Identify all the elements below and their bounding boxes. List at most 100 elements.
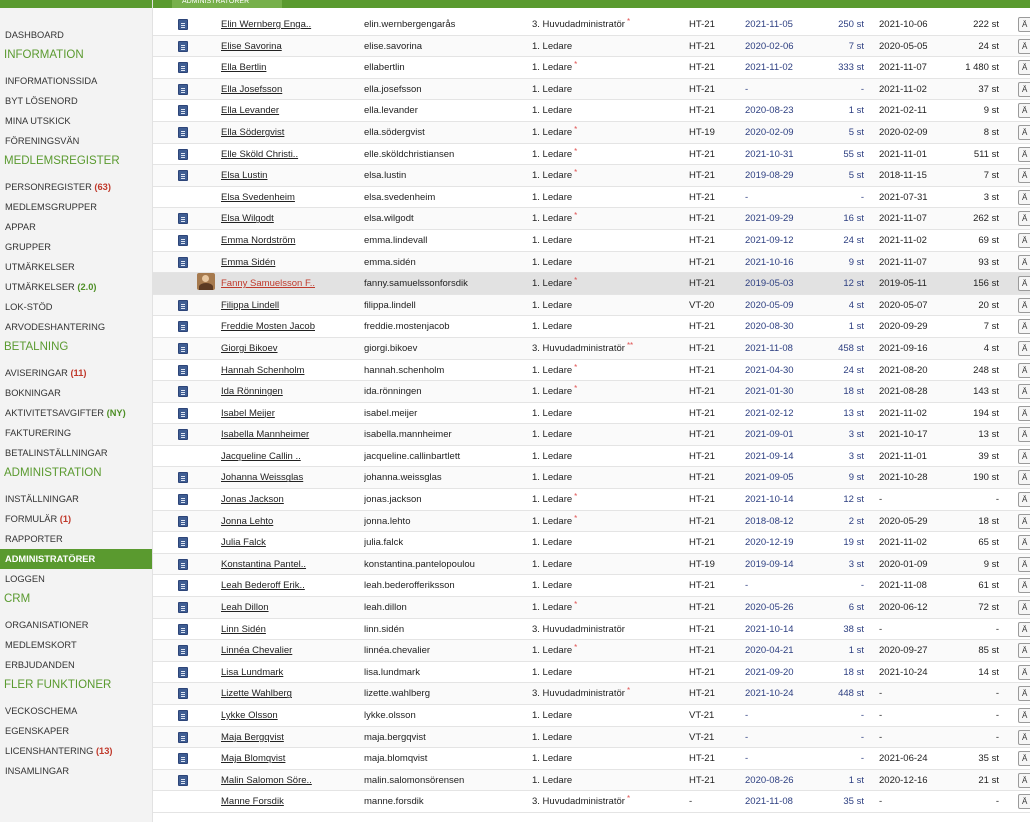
member-name-link[interactable]: Lizette Wahlberg	[221, 683, 349, 704]
row-action-button[interactable]: Ä	[1018, 384, 1030, 400]
member-name-link[interactable]: Jonna Lehto	[221, 511, 349, 532]
sidebar-item-bokningar[interactable]: Bokningar	[0, 383, 152, 403]
sidebar-item-lok-stod[interactable]: LOK-stöd	[0, 297, 152, 317]
row-action-button[interactable]: Ä	[1018, 17, 1030, 32]
member-name-link[interactable]: Konstantina Pantel..	[221, 554, 349, 575]
row-action-button[interactable]: Ä	[1018, 470, 1030, 486]
row-action-button[interactable]: Ä	[1018, 427, 1030, 443]
sidebar-item-aktivitetsavgifter[interactable]: Aktivitetsavgifter (NY)	[0, 403, 152, 423]
member-name-link[interactable]: Ella Bertlin	[221, 57, 349, 78]
sidebar-item-betalinstallningar[interactable]: Betalinställningar	[0, 443, 152, 463]
row-action-button[interactable]: Ä	[1018, 189, 1030, 205]
member-name-link[interactable]: Lykke Olsson	[221, 705, 349, 726]
row-action-button[interactable]: Ä	[1018, 405, 1030, 421]
row-action-button[interactable]: Ä	[1018, 211, 1030, 227]
row-action-button[interactable]: Ä	[1018, 60, 1030, 76]
sidebar-item-mina-utskick[interactable]: Mina utskick	[0, 111, 152, 131]
row-action-button[interactable]: Ä	[1018, 276, 1030, 292]
member-name-link[interactable]: Elin Wernberg Enga..	[221, 14, 349, 35]
member-name-link[interactable]: Filippa Lindell	[221, 295, 349, 316]
sidebar-item-licenshantering[interactable]: Licenshantering (13)	[0, 741, 152, 761]
row-action-button[interactable]: Ä	[1018, 448, 1030, 464]
member-name-link[interactable]: Elise Savorina	[221, 36, 349, 57]
member-name-link[interactable]: Isabel Meijer	[221, 403, 349, 424]
sidebar-item-utmarkelser[interactable]: Utmärkelser (2.0)	[0, 277, 152, 297]
row-action-button[interactable]: Ä	[1018, 513, 1030, 529]
member-name-link[interactable]: Freddie Mosten Jacob	[221, 316, 349, 337]
member-name-link[interactable]: Julia Falck	[221, 532, 349, 553]
row-action-button[interactable]: Ä	[1018, 168, 1030, 184]
row-action-button[interactable]: Ä	[1018, 664, 1030, 680]
sidebar-item-rapporter[interactable]: Rapporter	[0, 529, 152, 549]
member-name-link[interactable]: Johanna Weissglas	[221, 467, 349, 488]
row-action-button[interactable]: Ä	[1018, 794, 1030, 810]
row-action-button[interactable]: Ä	[1018, 319, 1030, 335]
sidebar-item-personregister[interactable]: Personregister (63)	[0, 177, 152, 197]
sidebar-item-byt-losenord[interactable]: Byt lösenord	[0, 91, 152, 111]
member-name-link[interactable]: Giorgi Bikoev	[221, 338, 349, 359]
member-name-link[interactable]: Maja Bergqvist	[221, 727, 349, 748]
member-name-link[interactable]: Elsa Wilgodt	[221, 208, 349, 229]
member-name-link[interactable]: Ella Södergvist	[221, 122, 349, 143]
tab-administratorer[interactable]: Administratörer	[172, 0, 282, 8]
member-name-link[interactable]: Ella Levander	[221, 100, 349, 121]
sidebar-item-loggen[interactable]: Loggen	[0, 569, 152, 589]
row-action-button[interactable]: Ä	[1018, 254, 1030, 270]
row-action-button[interactable]: Ä	[1018, 708, 1030, 723]
member-name-link[interactable]: Isabella Mannheimer	[221, 424, 349, 445]
sidebar-item-organisationer[interactable]: Organisationer	[0, 615, 152, 635]
member-name-link[interactable]: Elsa Svedenheim	[221, 187, 349, 208]
member-name-link[interactable]: Maja Blomqvist	[221, 748, 349, 769]
member-name-link[interactable]: Linn Sidén	[221, 619, 349, 640]
row-action-button[interactable]: Ä	[1018, 492, 1030, 508]
sidebar-item-grupper[interactable]: Grupper	[0, 237, 152, 257]
row-action-button[interactable]: Ä	[1018, 124, 1030, 140]
sidebar-item-medlemsgrupper[interactable]: Medlemsgrupper	[0, 197, 152, 217]
sidebar-item-appar[interactable]: Appar	[0, 217, 152, 237]
sidebar-item-fakturering[interactable]: Fakturering	[0, 423, 152, 443]
sidebar-item-informationssida[interactable]: Informationssida	[0, 71, 152, 91]
sidebar-item-utmarkelser[interactable]: Utmärkelser	[0, 257, 152, 277]
member-name-link[interactable]: Emma Sidén	[221, 252, 349, 273]
row-action-button[interactable]: Ä	[1018, 232, 1030, 248]
row-action-button[interactable]: Ä	[1018, 146, 1030, 162]
sidebar-item-formular[interactable]: Formulär (1)	[0, 509, 152, 529]
row-action-button[interactable]: Ä	[1018, 751, 1030, 767]
row-action-button[interactable]: Ä	[1018, 362, 1030, 378]
member-name-link[interactable]: Ida Rönningen	[221, 381, 349, 402]
row-action-button[interactable]: Ä	[1018, 600, 1030, 616]
member-name-link[interactable]: Jacqueline Callin ..	[221, 446, 349, 467]
member-name-link[interactable]: Hannah Schenholm	[221, 360, 349, 381]
member-name-link[interactable]: Emma Nordström	[221, 230, 349, 251]
row-action-button[interactable]: Ä	[1018, 81, 1030, 97]
member-name-link[interactable]: Linnéa Chevalier	[221, 640, 349, 661]
row-action-button[interactable]: Ä	[1018, 621, 1030, 637]
member-name-link[interactable]: Manne Forsdik	[221, 791, 349, 812]
sidebar-item-insamlingar[interactable]: Insamlingar	[0, 761, 152, 781]
sidebar-item-foreningsvan[interactable]: Föreningsvän	[0, 131, 152, 151]
sidebar-item-egenskaper[interactable]: Egenskaper	[0, 721, 152, 741]
row-action-button[interactable]: Ä	[1018, 686, 1030, 702]
member-name-link[interactable]: Elle Sköld Christi..	[221, 144, 349, 165]
member-name-link[interactable]: Leah Dillon	[221, 597, 349, 618]
member-name-link[interactable]: Ella Josefsson	[221, 79, 349, 100]
sidebar-item-veckoschema[interactable]: Veckoschema	[0, 701, 152, 721]
row-action-button[interactable]: Ä	[1018, 643, 1030, 659]
row-action-button[interactable]: Ä	[1018, 38, 1030, 54]
sidebar-item-erbjudanden[interactable]: Erbjudanden	[0, 655, 152, 675]
sidebar-item-arvodeshantering[interactable]: Arvodeshantering	[0, 317, 152, 337]
row-action-button[interactable]: Ä	[1018, 772, 1030, 788]
row-action-button[interactable]: Ä	[1018, 729, 1030, 745]
member-name-link[interactable]: Leah Bederoff Erik..	[221, 575, 349, 596]
member-name-link[interactable]: Fanny Samuelsson F..	[221, 273, 349, 294]
row-action-button[interactable]: Ä	[1018, 340, 1030, 356]
sidebar-item-administratorer[interactable]: Administratörer	[0, 549, 152, 569]
member-name-link[interactable]: Malin Salomon Söre..	[221, 770, 349, 791]
row-action-button[interactable]: Ä	[1018, 535, 1030, 551]
row-action-button[interactable]: Ä	[1018, 103, 1030, 119]
sidebar-item-dashboard[interactable]: Dashboard	[0, 25, 152, 45]
member-name-link[interactable]: Jonas Jackson	[221, 489, 349, 510]
member-name-link[interactable]: Lisa Lundmark	[221, 662, 349, 683]
row-action-button[interactable]: Ä	[1018, 578, 1030, 594]
row-action-button[interactable]: Ä	[1018, 556, 1030, 572]
